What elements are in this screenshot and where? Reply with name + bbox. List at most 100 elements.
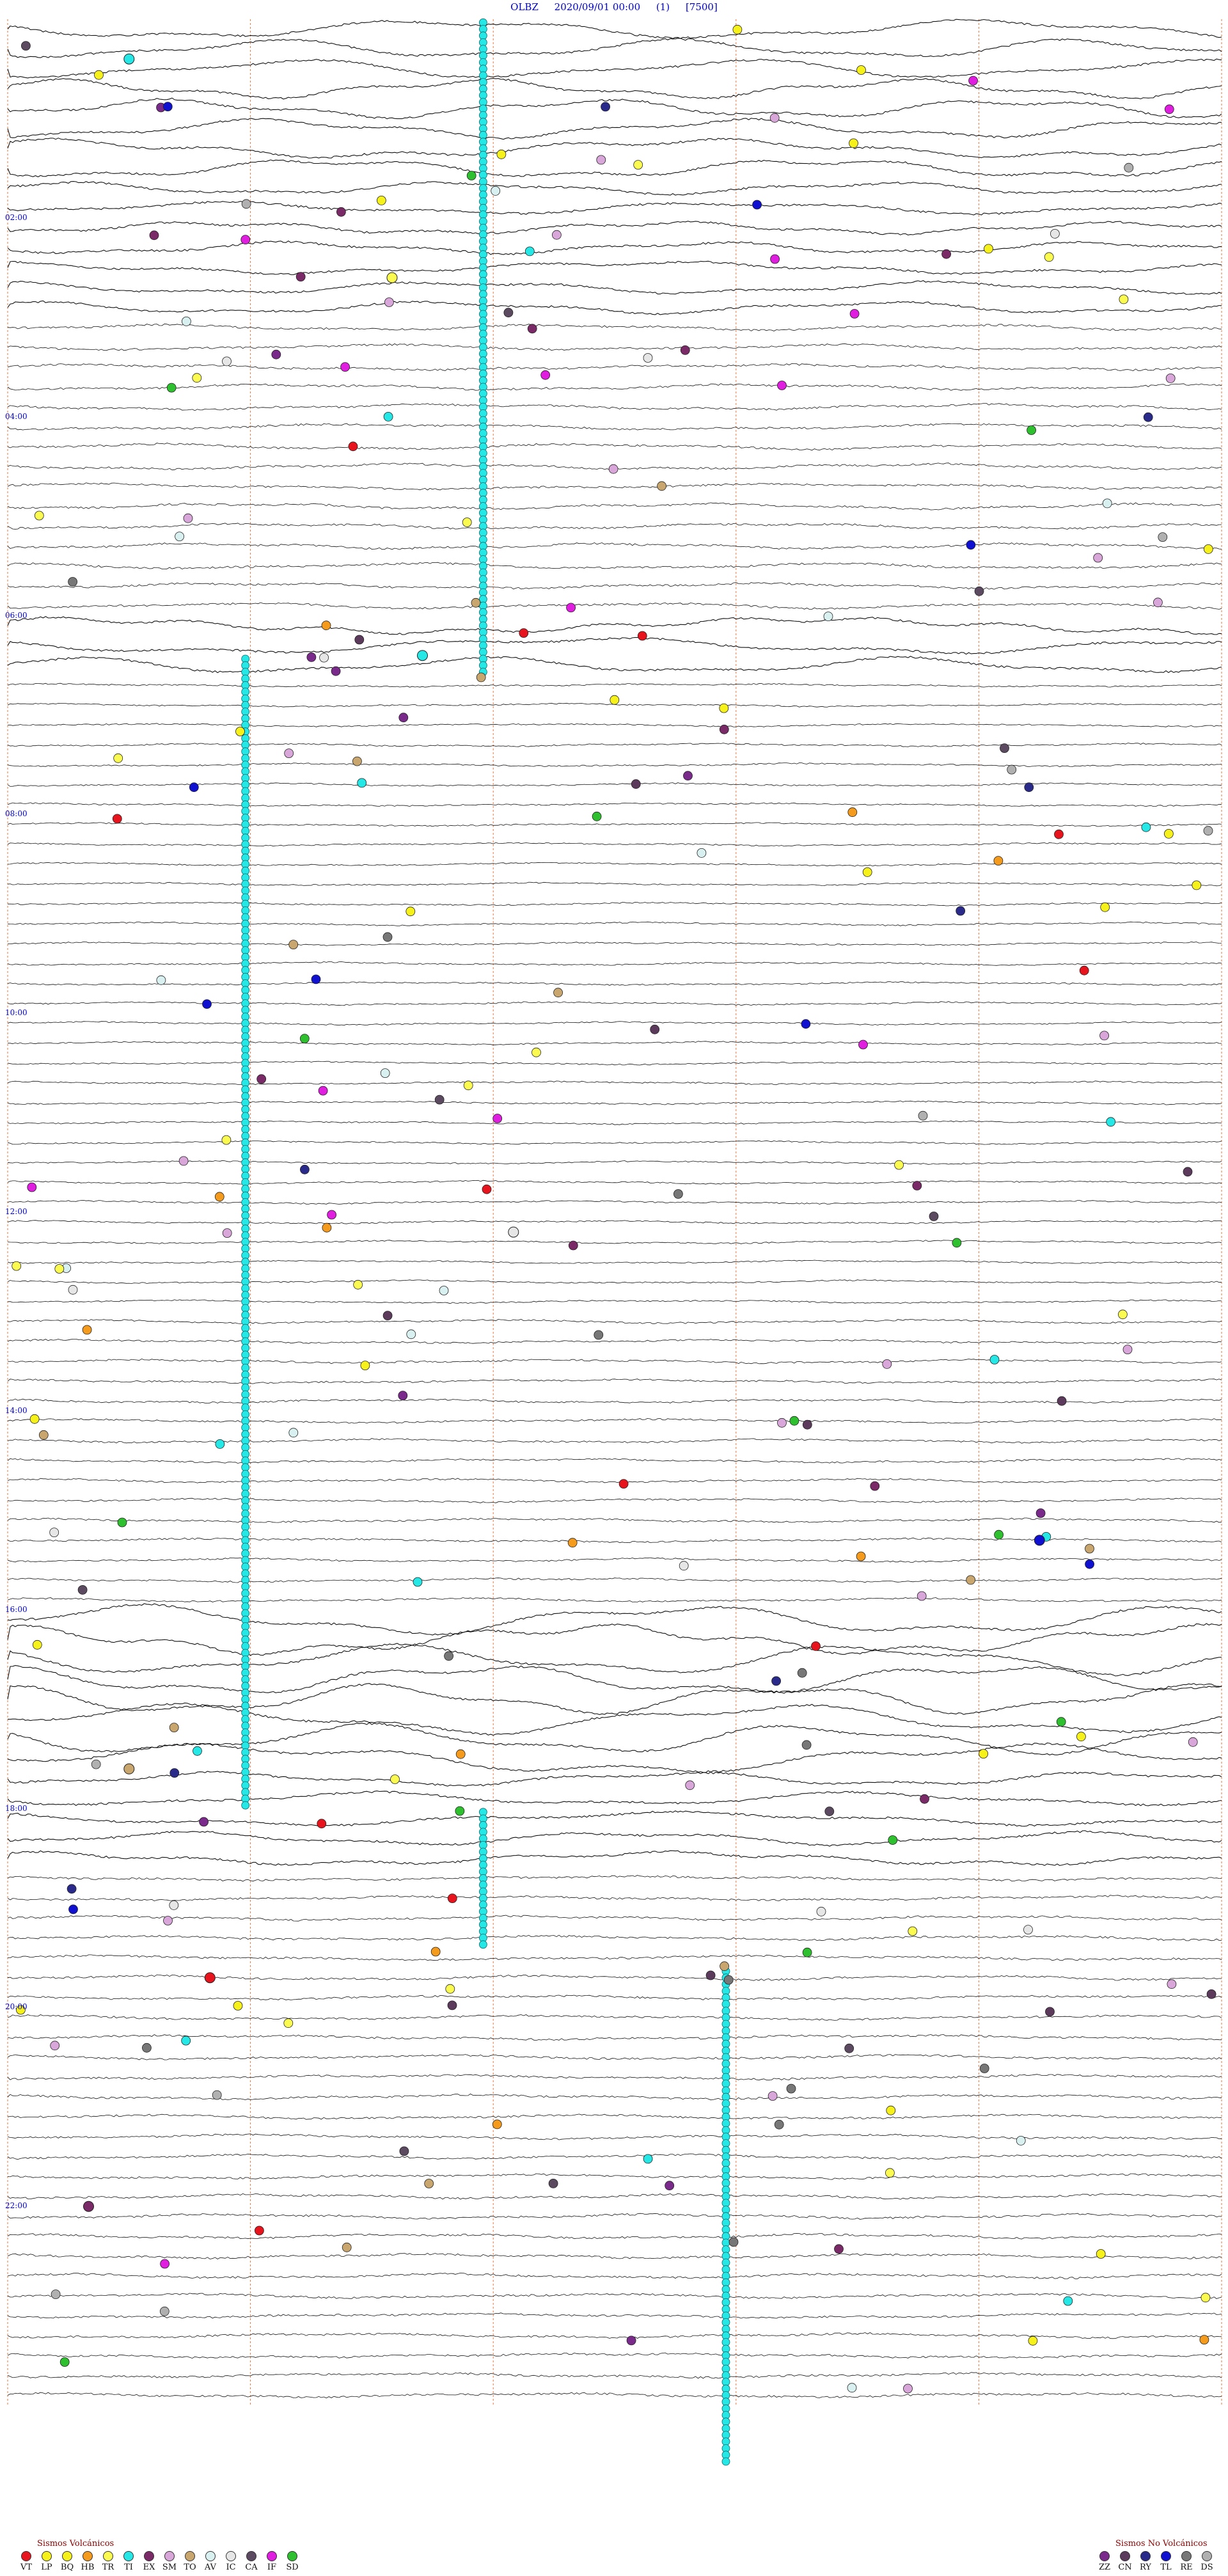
seismogram-trace: [7, 221, 1222, 235]
legend-volcanic-title: Sismos Volcánicos: [37, 2539, 114, 2548]
event-marker-sm: [1099, 1031, 1109, 1041]
event-marker-vt: [254, 2225, 264, 2236]
event-marker-zz: [398, 1391, 408, 1401]
hour-label: 14:00: [5, 1405, 28, 1415]
seismogram-trace: [7, 842, 1222, 847]
seismogram-trace: [7, 2213, 1222, 2220]
plot-header: OLBZ 2020/09/01 00:00 (1) [7500]: [0, 1, 1228, 13]
seismogram-trace: [7, 1358, 1222, 1364]
event-marker-tr: [463, 1080, 473, 1091]
legend-swatch: [164, 2551, 175, 2561]
event-marker-to: [553, 988, 563, 998]
event-marker-av: [823, 612, 833, 621]
event-marker-ti: [524, 246, 535, 257]
event-marker-tl: [801, 1019, 811, 1029]
event-marker-tr: [390, 1774, 400, 1784]
seismogram-trace: [7, 2054, 1222, 2060]
event-marker-ti: [478, 469, 487, 477]
seismogram-trace: [7, 981, 1222, 986]
event-marker-if: [318, 1086, 328, 1096]
event-marker-to: [123, 1763, 135, 1774]
event-marker-to: [352, 756, 362, 766]
event-marker-lp: [1100, 902, 1110, 912]
legend-swatch: [246, 2551, 256, 2561]
seismogram-trace: [7, 280, 1222, 295]
event-marker-ti: [721, 2238, 730, 2247]
seismogram-trace: [7, 2312, 1222, 2319]
event-marker-to: [38, 1430, 49, 1440]
legend-label: BQ: [60, 2563, 74, 2572]
seismogram-trace: [7, 1180, 1222, 1185]
seismogram-trace: [7, 1702, 1222, 1736]
event-marker-zz: [271, 349, 281, 360]
legend-swatch: [144, 2551, 154, 2561]
event-marker-re: [979, 2064, 989, 2073]
event-marker-ic: [68, 1284, 78, 1295]
legend-label: TL: [1160, 2563, 1172, 2572]
event-marker-hb: [322, 1222, 332, 1233]
seismogram-trace: [7, 802, 1222, 807]
seismogram-trace: [7, 1240, 1222, 1244]
event-marker-sm: [1153, 597, 1163, 608]
event-marker-to: [342, 2242, 352, 2252]
event-marker-ti: [721, 2079, 730, 2088]
event-marker-tr: [353, 1279, 363, 1290]
legend-item-sm: SM: [161, 2551, 178, 2572]
legend-label: TO: [184, 2563, 196, 2572]
event-marker-tr: [445, 1984, 455, 1994]
event-marker-ca: [548, 2178, 558, 2188]
seismogram-trace: [8, 1041, 1222, 1046]
event-marker-hb: [492, 2119, 502, 2130]
legend-item-to: TO: [182, 2551, 198, 2572]
seismogram-trace: [7, 1199, 1222, 1205]
event-marker-ti: [478, 31, 487, 40]
event-marker-ex: [680, 345, 690, 355]
event-marker-ic: [222, 356, 232, 367]
event-marker-ic: [1023, 1925, 1033, 1935]
hour-label: 18:00: [5, 1803, 28, 1813]
legend-nonvolcanic-items: ZZ CN RY TL RE DS: [1096, 2551, 1215, 2572]
seismogram-trace: [7, 38, 1222, 58]
hour-label: 10:00: [5, 1008, 28, 1018]
event-marker-ti: [241, 1522, 250, 1531]
event-marker-ca: [824, 1806, 835, 1817]
event-marker-if: [566, 603, 576, 613]
seismogram-trace: [7, 1279, 1222, 1284]
event-marker-sm: [608, 464, 618, 474]
legend-swatch: [1161, 2551, 1171, 2561]
event-marker-sm: [1122, 1345, 1133, 1355]
event-marker-ti: [721, 2199, 730, 2208]
event-marker-ti: [643, 2154, 653, 2164]
event-marker-ti: [241, 866, 250, 875]
seismogram-trace: [7, 363, 1222, 372]
event-marker-ti: [241, 807, 250, 816]
legend-nonvolcanic: Sismos No Volcánicos ZZ CN RY TL RE DS: [1096, 2539, 1215, 2572]
legend-label: DS: [1200, 2563, 1213, 2572]
event-marker-ds: [159, 2306, 169, 2316]
event-marker-ti: [241, 1682, 250, 1691]
event-marker-tr: [386, 272, 398, 283]
event-marker-sm: [178, 1156, 189, 1166]
event-marker-tr: [462, 518, 472, 527]
event-marker-re: [797, 1668, 807, 1678]
event-marker-bq: [29, 1414, 40, 1424]
event-marker-lp: [979, 1749, 988, 1759]
seismogram-trace: [7, 1934, 1222, 1941]
event-marker-ry: [956, 906, 966, 916]
event-marker-ti: [1141, 822, 1151, 832]
event-marker-av: [181, 316, 191, 326]
event-marker-sd: [592, 811, 602, 821]
event-marker-av: [697, 848, 707, 858]
event-marker-sm: [1188, 1737, 1198, 1747]
legend-label: CN: [1118, 2563, 1132, 2572]
seismogram-trace: [7, 763, 1222, 768]
event-marker-ic: [319, 652, 329, 663]
event-marker-ca: [929, 1212, 939, 1221]
seismogram-trace: [7, 822, 1222, 827]
legend-swatch: [21, 2551, 31, 2561]
seismogram-trace: [7, 1623, 1222, 1656]
seismogram-trace: [7, 1850, 1222, 1866]
seismogram-trace: [7, 1260, 1222, 1264]
event-marker-ti: [357, 778, 367, 788]
event-marker-ti: [478, 349, 487, 358]
